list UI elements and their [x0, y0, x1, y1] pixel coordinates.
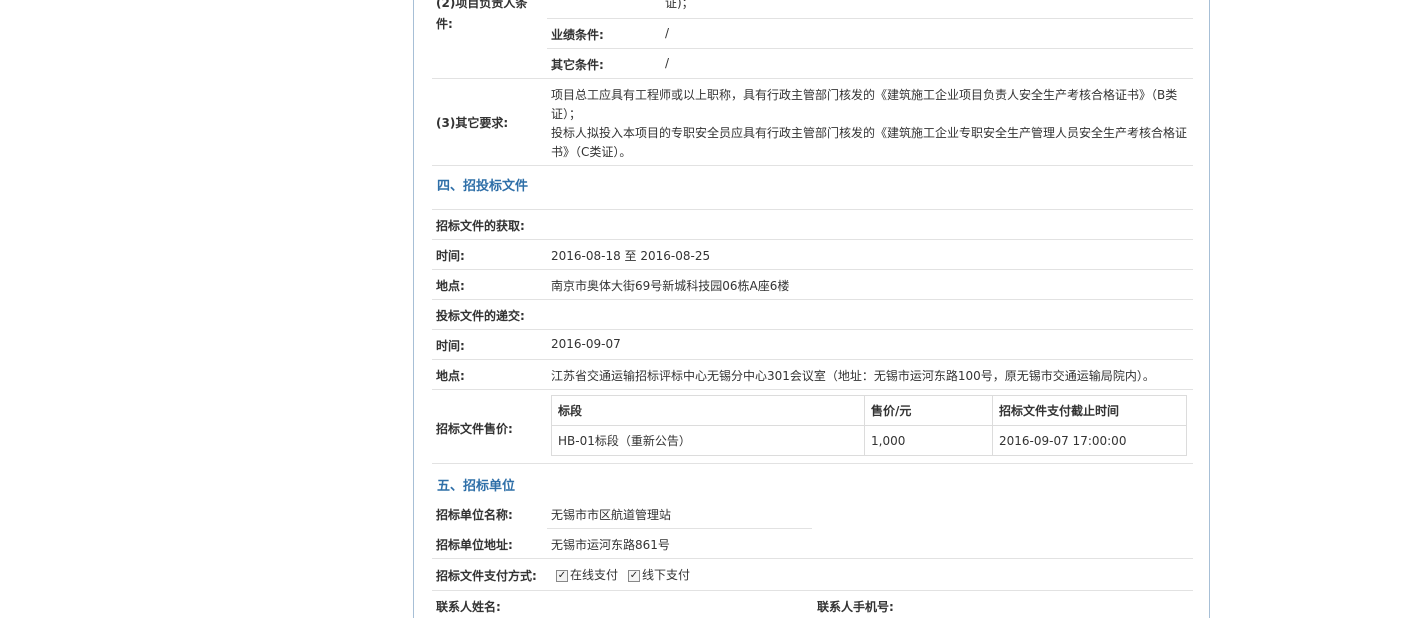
price-table: 标段 售价/元 招标文件支付截止时间 HB-01标段（重新公告） 1,000 2… — [551, 395, 1187, 456]
unit-addr-label: 招标单位地址: — [436, 538, 513, 552]
checkbox-checked-icon[interactable]: ✓ — [628, 569, 640, 582]
price-table-header-row: 标段 售价/元 招标文件支付截止时间 — [551, 395, 1187, 426]
obtain-place-value: 南京市奥体大街69号新城科技园06栋A座6楼 — [551, 279, 790, 293]
obtain-label: 招标文件的获取: — [436, 219, 525, 233]
req2-label-line1: (2)项目负责人条 — [436, 0, 528, 10]
divider — [432, 558, 1193, 559]
unit-name-label: 招标单位名称: — [436, 508, 513, 522]
divider — [547, 528, 812, 529]
req2-label-line2: 件: — [436, 17, 453, 31]
pay-online-option[interactable]: ✓ 在线支付 — [556, 566, 618, 583]
req3-line3: 投标人拟投入本项目的专职安全员应具有行政主管部门核发的《建筑施工企业专职安全生产… — [551, 126, 1188, 140]
divider — [432, 165, 1193, 166]
submit-time-value: 2016-09-07 — [551, 337, 621, 351]
pay-method-label: 招标文件支付方式: — [436, 569, 537, 583]
divider — [432, 78, 1193, 79]
section4-title: 四、招投标文件 — [437, 179, 529, 194]
divider — [547, 18, 1193, 19]
section5-title: 五、招标单位 — [437, 479, 516, 494]
price-label: 招标文件售价: — [436, 422, 513, 436]
divider — [432, 463, 1193, 464]
pay-offline-option[interactable]: ✓ 线下支付 — [628, 566, 690, 583]
submit-place-label: 地点: — [436, 369, 465, 383]
divider — [432, 269, 1193, 270]
pay-offline-label: 线下支付 — [642, 568, 691, 582]
divider — [547, 48, 1193, 49]
obtain-place-label: 地点: — [436, 279, 465, 293]
req3-line1: 项目总工应具有工程师或以上职称，具有行政主管部门核发的《建筑施工企业项目负责人安… — [551, 88, 1178, 102]
unit-addr-value: 无锡市运河东路861号 — [551, 538, 670, 552]
req3-line4: 书》（C类证）。 — [551, 145, 632, 159]
price-cell-price: 1,000 — [864, 425, 993, 456]
submit-time-label: 时间: — [436, 339, 465, 353]
announcement-panel: (2)项目负责人条 件: 证)； 业绩条件: / 其它条件: / (3)其它要求… — [413, 0, 1210, 618]
perf-value: / — [665, 26, 670, 40]
req3-line2: 证）； — [551, 107, 582, 121]
req3-label: (3)其它要求: — [436, 116, 509, 130]
other-value: / — [665, 56, 670, 70]
pay-online-label: 在线支付 — [570, 568, 619, 582]
other-label: 其它条件: — [551, 58, 604, 72]
divider — [432, 389, 1193, 390]
submit-label: 投标文件的递交: — [436, 309, 525, 323]
submit-place-value: 江苏省交通运输招标评标中心无锡分中心301会议室（地址：无锡市运河东路100号，… — [551, 369, 1155, 383]
table-row: HB-01标段（重新公告） 1,000 2016-09-07 17:00:00 — [551, 425, 1187, 456]
checkbox-checked-icon[interactable]: ✓ — [556, 569, 568, 582]
price-header-price: 售价/元 — [864, 395, 993, 426]
divider — [432, 359, 1193, 360]
divider — [432, 299, 1193, 300]
price-cell-deadline: 2016-09-07 17:00:00 — [992, 425, 1187, 456]
price-cell-section: HB-01标段（重新公告） — [551, 425, 865, 456]
price-header-deadline: 招标文件支付截止时间 — [992, 395, 1187, 426]
divider — [432, 209, 1193, 210]
obtain-time-value: 2016-08-18 至 2016-08-25 — [551, 249, 711, 263]
obtain-time-label: 时间: — [436, 249, 465, 263]
divider — [432, 590, 1193, 591]
unit-name-value: 无锡市市区航道管理站 — [551, 508, 672, 522]
divider — [432, 239, 1193, 240]
req2-top-fragment: 证)； — [665, 0, 694, 10]
perf-label: 业绩条件: — [551, 28, 604, 42]
divider — [432, 329, 1193, 330]
price-header-section: 标段 — [551, 395, 865, 426]
